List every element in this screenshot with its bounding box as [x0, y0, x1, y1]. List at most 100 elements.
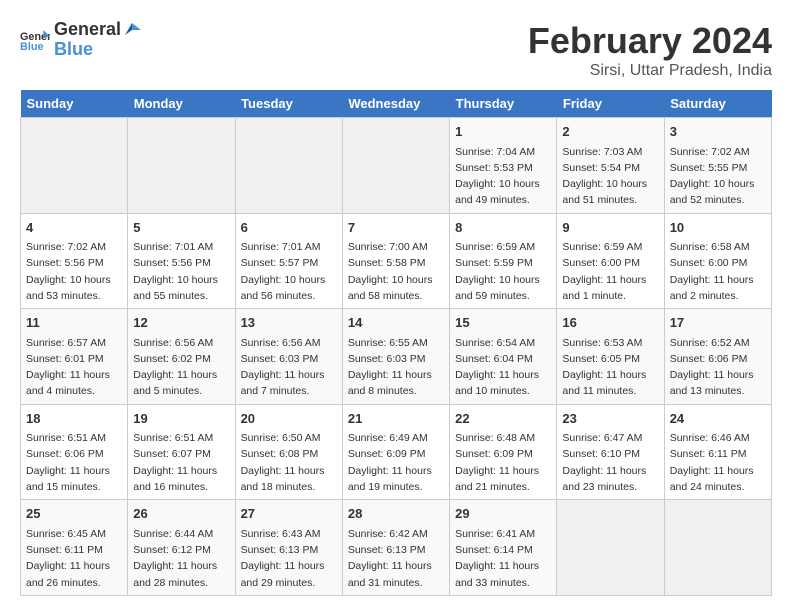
day-number: 28 [348, 504, 444, 524]
calendar-cell: 5Sunrise: 7:01 AMSunset: 5:56 PMDaylight… [128, 213, 235, 309]
calendar-cell: 14Sunrise: 6:55 AMSunset: 6:03 PMDayligh… [342, 309, 449, 405]
calendar-cell [557, 500, 664, 596]
subtitle: Sirsi, Uttar Pradesh, India [528, 62, 772, 80]
calendar-week-row: 25Sunrise: 6:45 AMSunset: 6:11 PMDayligh… [21, 500, 772, 596]
day-number: 13 [241, 313, 337, 333]
day-info: Sunrise: 6:51 AMSunset: 6:06 PMDaylight:… [26, 430, 122, 495]
day-number: 26 [133, 504, 229, 524]
day-number: 6 [241, 218, 337, 238]
day-number: 23 [562, 409, 658, 429]
weekday-header-saturday: Saturday [664, 90, 771, 118]
weekday-header-row: SundayMondayTuesdayWednesdayThursdayFrid… [21, 90, 772, 118]
day-number: 18 [26, 409, 122, 429]
day-info: Sunrise: 6:53 AMSunset: 6:05 PMDaylight:… [562, 335, 658, 400]
day-info: Sunrise: 6:50 AMSunset: 6:08 PMDaylight:… [241, 430, 337, 495]
day-info: Sunrise: 6:44 AMSunset: 6:12 PMDaylight:… [133, 526, 229, 591]
calendar-cell: 19Sunrise: 6:51 AMSunset: 6:07 PMDayligh… [128, 404, 235, 500]
logo-blue: Blue [54, 40, 141, 60]
calendar-table: SundayMondayTuesdayWednesdayThursdayFrid… [20, 90, 772, 596]
day-number: 19 [133, 409, 229, 429]
weekday-header-thursday: Thursday [450, 90, 557, 118]
day-number: 7 [348, 218, 444, 238]
calendar-week-row: 18Sunrise: 6:51 AMSunset: 6:06 PMDayligh… [21, 404, 772, 500]
day-info: Sunrise: 7:00 AMSunset: 5:58 PMDaylight:… [348, 239, 444, 304]
calendar-cell: 24Sunrise: 6:46 AMSunset: 6:11 PMDayligh… [664, 404, 771, 500]
day-number: 21 [348, 409, 444, 429]
calendar-cell: 22Sunrise: 6:48 AMSunset: 6:09 PMDayligh… [450, 404, 557, 500]
calendar-cell: 10Sunrise: 6:58 AMSunset: 6:00 PMDayligh… [664, 213, 771, 309]
logo-bird-icon [123, 21, 141, 39]
day-info: Sunrise: 6:46 AMSunset: 6:11 PMDaylight:… [670, 430, 766, 495]
logo: General Blue General Blue [20, 20, 141, 60]
calendar-cell: 28Sunrise: 6:42 AMSunset: 6:13 PMDayligh… [342, 500, 449, 596]
header: General Blue General Blue February 2024 … [20, 20, 772, 80]
day-number: 9 [562, 218, 658, 238]
calendar-cell [342, 118, 449, 214]
day-number: 27 [241, 504, 337, 524]
day-info: Sunrise: 6:58 AMSunset: 6:00 PMDaylight:… [670, 239, 766, 304]
day-number: 17 [670, 313, 766, 333]
calendar-cell: 6Sunrise: 7:01 AMSunset: 5:57 PMDaylight… [235, 213, 342, 309]
day-info: Sunrise: 6:47 AMSunset: 6:10 PMDaylight:… [562, 430, 658, 495]
day-number: 4 [26, 218, 122, 238]
weekday-header-monday: Monday [128, 90, 235, 118]
day-number: 8 [455, 218, 551, 238]
calendar-cell: 11Sunrise: 6:57 AMSunset: 6:01 PMDayligh… [21, 309, 128, 405]
weekday-header-wednesday: Wednesday [342, 90, 449, 118]
day-info: Sunrise: 6:55 AMSunset: 6:03 PMDaylight:… [348, 335, 444, 400]
weekday-header-tuesday: Tuesday [235, 90, 342, 118]
day-info: Sunrise: 6:49 AMSunset: 6:09 PMDaylight:… [348, 430, 444, 495]
calendar-cell: 21Sunrise: 6:49 AMSunset: 6:09 PMDayligh… [342, 404, 449, 500]
calendar-cell [664, 500, 771, 596]
calendar-cell: 1Sunrise: 7:04 AMSunset: 5:53 PMDaylight… [450, 118, 557, 214]
day-number: 20 [241, 409, 337, 429]
day-number: 3 [670, 122, 766, 142]
calendar-cell: 13Sunrise: 6:56 AMSunset: 6:03 PMDayligh… [235, 309, 342, 405]
calendar-cell: 3Sunrise: 7:02 AMSunset: 5:55 PMDaylight… [664, 118, 771, 214]
day-info: Sunrise: 6:52 AMSunset: 6:06 PMDaylight:… [670, 335, 766, 400]
day-number: 24 [670, 409, 766, 429]
weekday-header-friday: Friday [557, 90, 664, 118]
logo-general: General [54, 20, 141, 40]
calendar-cell [235, 118, 342, 214]
calendar-cell [21, 118, 128, 214]
day-number: 5 [133, 218, 229, 238]
day-info: Sunrise: 6:57 AMSunset: 6:01 PMDaylight:… [26, 335, 122, 400]
day-number: 29 [455, 504, 551, 524]
day-info: Sunrise: 6:56 AMSunset: 6:03 PMDaylight:… [241, 335, 337, 400]
calendar-cell [128, 118, 235, 214]
day-number: 11 [26, 313, 122, 333]
day-info: Sunrise: 7:01 AMSunset: 5:56 PMDaylight:… [133, 239, 229, 304]
calendar-cell: 27Sunrise: 6:43 AMSunset: 6:13 PMDayligh… [235, 500, 342, 596]
logo-icon: General Blue [20, 28, 50, 52]
day-info: Sunrise: 6:54 AMSunset: 6:04 PMDaylight:… [455, 335, 551, 400]
day-number: 15 [455, 313, 551, 333]
day-info: Sunrise: 6:59 AMSunset: 6:00 PMDaylight:… [562, 239, 658, 304]
day-number: 14 [348, 313, 444, 333]
calendar-week-row: 11Sunrise: 6:57 AMSunset: 6:01 PMDayligh… [21, 309, 772, 405]
calendar-cell: 2Sunrise: 7:03 AMSunset: 5:54 PMDaylight… [557, 118, 664, 214]
weekday-header-sunday: Sunday [21, 90, 128, 118]
day-number: 25 [26, 504, 122, 524]
day-info: Sunrise: 6:48 AMSunset: 6:09 PMDaylight:… [455, 430, 551, 495]
calendar-cell: 9Sunrise: 6:59 AMSunset: 6:00 PMDaylight… [557, 213, 664, 309]
calendar-cell: 26Sunrise: 6:44 AMSunset: 6:12 PMDayligh… [128, 500, 235, 596]
calendar-cell: 15Sunrise: 6:54 AMSunset: 6:04 PMDayligh… [450, 309, 557, 405]
day-info: Sunrise: 7:04 AMSunset: 5:53 PMDaylight:… [455, 144, 551, 209]
day-number: 1 [455, 122, 551, 142]
day-info: Sunrise: 6:45 AMSunset: 6:11 PMDaylight:… [26, 526, 122, 591]
calendar-week-row: 1Sunrise: 7:04 AMSunset: 5:53 PMDaylight… [21, 118, 772, 214]
day-info: Sunrise: 6:41 AMSunset: 6:14 PMDaylight:… [455, 526, 551, 591]
main-title: February 2024 [528, 20, 772, 62]
svg-text:Blue: Blue [20, 41, 43, 52]
calendar-cell: 8Sunrise: 6:59 AMSunset: 5:59 PMDaylight… [450, 213, 557, 309]
day-info: Sunrise: 7:01 AMSunset: 5:57 PMDaylight:… [241, 239, 337, 304]
day-number: 12 [133, 313, 229, 333]
day-number: 16 [562, 313, 658, 333]
calendar-cell: 7Sunrise: 7:00 AMSunset: 5:58 PMDaylight… [342, 213, 449, 309]
day-info: Sunrise: 6:59 AMSunset: 5:59 PMDaylight:… [455, 239, 551, 304]
calendar-cell: 18Sunrise: 6:51 AMSunset: 6:06 PMDayligh… [21, 404, 128, 500]
day-info: Sunrise: 6:51 AMSunset: 6:07 PMDaylight:… [133, 430, 229, 495]
day-info: Sunrise: 6:43 AMSunset: 6:13 PMDaylight:… [241, 526, 337, 591]
calendar-cell: 17Sunrise: 6:52 AMSunset: 6:06 PMDayligh… [664, 309, 771, 405]
